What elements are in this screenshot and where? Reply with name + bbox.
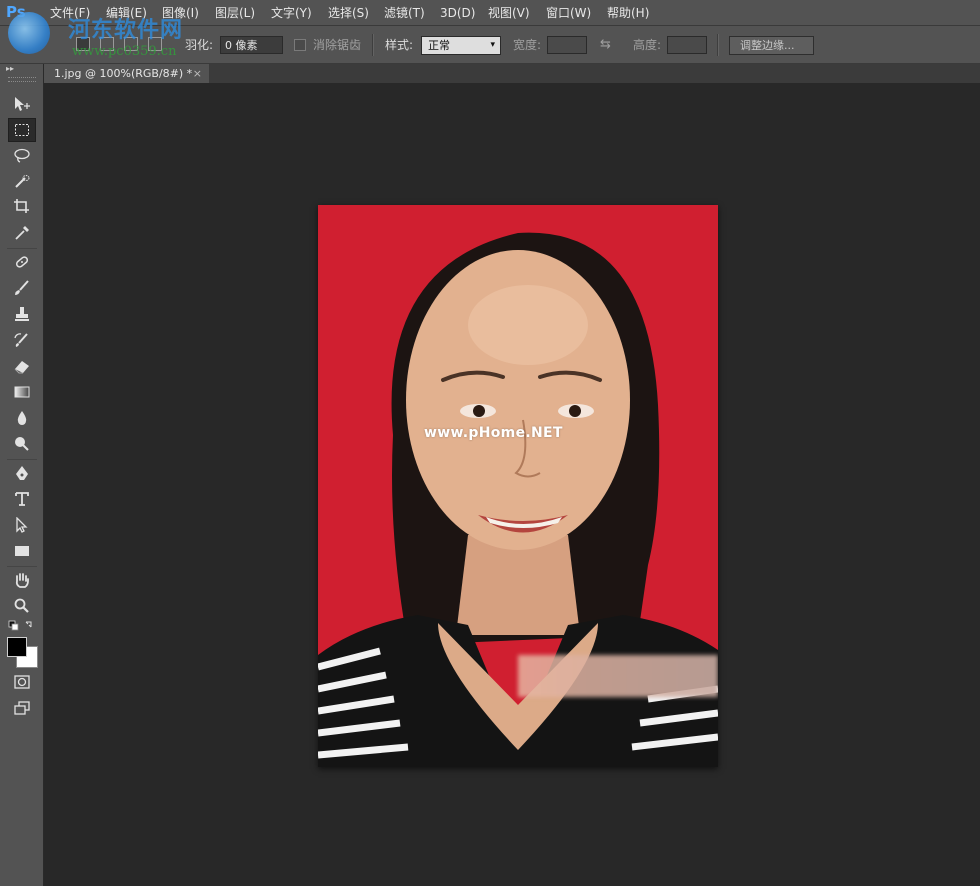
menu-select[interactable]: 选择(S) xyxy=(328,4,369,22)
menu-layer[interactable]: 图层(L) xyxy=(215,4,255,22)
menu-filter[interactable]: 滤镜(T) xyxy=(384,4,425,22)
path-selection-icon[interactable] xyxy=(8,513,36,537)
tool-separator xyxy=(7,459,37,460)
history-brush-icon[interactable] xyxy=(8,328,36,352)
blurred-region xyxy=(518,655,718,697)
gradient-icon[interactable] xyxy=(8,380,36,404)
new-selection-icon[interactable] xyxy=(76,37,90,51)
menu-3d[interactable]: 3D(D) xyxy=(440,4,475,22)
eyedropper-icon[interactable] xyxy=(8,221,36,245)
screen-mode-icon[interactable] xyxy=(8,696,36,720)
antialias-checkbox[interactable] xyxy=(294,39,306,51)
feather-input[interactable]: 0 像素 xyxy=(220,36,283,54)
height-label: 高度: xyxy=(633,38,662,52)
default-colors-icon[interactable] xyxy=(8,619,36,633)
menu-file[interactable]: 文件(F) xyxy=(50,4,90,22)
swap-dimensions-icon[interactable]: ⇆ xyxy=(600,37,611,53)
foreground-color-swatch[interactable] xyxy=(7,637,27,657)
spot-healing-icon[interactable] xyxy=(8,250,36,274)
close-icon[interactable]: × xyxy=(193,64,202,83)
rectangular-marquee-icon[interactable] xyxy=(8,118,36,142)
brush-icon[interactable] xyxy=(8,276,36,300)
document-photo[interactable]: www.pHome.NET xyxy=(318,205,718,767)
tool-separator xyxy=(7,566,37,567)
add-to-selection-icon[interactable] xyxy=(100,37,114,51)
antialias-label: 消除锯齿 xyxy=(313,38,362,52)
eraser-icon[interactable] xyxy=(8,354,36,378)
style-label: 样式: xyxy=(385,38,414,52)
height-input[interactable] xyxy=(667,36,707,54)
width-label: 宽度: xyxy=(513,38,542,52)
menu-image[interactable]: 图像(I) xyxy=(162,4,199,22)
options-divider xyxy=(372,34,374,56)
document-tab[interactable]: 1.jpg @ 100%(RGB/8#) * × xyxy=(44,64,209,83)
menu-type[interactable]: 文字(Y) xyxy=(271,4,312,22)
photo-watermark-text: www.pHome.NET xyxy=(424,425,563,441)
subtract-selection-icon[interactable] xyxy=(124,37,138,51)
quick-mask-icon[interactable] xyxy=(8,670,36,694)
menu-view[interactable]: 视图(V) xyxy=(488,4,530,22)
dropdown-arrow-icon: ▾ xyxy=(490,40,495,50)
menu-bar: Ps 文件(F) 编辑(E) 图像(I) 图层(L) 文字(Y) 选择(S) 滤… xyxy=(0,0,980,26)
options-bar: 羽化: 0 像素 消除锯齿 样式: 正常 ▾ 宽度: ⇆ 高度: 调整边缘... xyxy=(0,26,980,64)
zoom-icon[interactable] xyxy=(8,594,36,618)
lasso-icon[interactable] xyxy=(8,144,36,168)
menu-edit[interactable]: 编辑(E) xyxy=(106,4,147,22)
intersect-selection-icon[interactable] xyxy=(148,37,162,51)
clone-stamp-icon[interactable] xyxy=(8,302,36,326)
panel-grip[interactable] xyxy=(8,77,36,82)
menu-window[interactable]: 窗口(W) xyxy=(546,4,591,22)
quick-selection-icon[interactable] xyxy=(8,170,36,194)
tools-panel: ▸▸ xyxy=(0,64,44,886)
pen-icon[interactable] xyxy=(8,461,36,485)
dodge-icon[interactable] xyxy=(8,432,36,456)
photoshop-logo: Ps xyxy=(6,3,26,21)
options-divider xyxy=(717,34,719,56)
refine-edge-button[interactable]: 调整边缘... xyxy=(729,36,814,55)
style-value: 正常 xyxy=(428,39,450,52)
width-input[interactable] xyxy=(547,36,587,54)
hand-icon[interactable] xyxy=(8,568,36,592)
collapse-icon[interactable]: ▸▸ xyxy=(6,64,14,73)
blur-icon[interactable] xyxy=(8,406,36,430)
rectangle-shape-icon[interactable] xyxy=(8,539,36,563)
type-icon[interactable] xyxy=(8,487,36,511)
crop-icon[interactable] xyxy=(8,194,36,218)
document-tab-strip: 1.jpg @ 100%(RGB/8#) * × xyxy=(44,64,980,83)
feather-label: 羽化: xyxy=(185,38,214,52)
move-tool-icon[interactable] xyxy=(8,92,36,116)
style-select[interactable]: 正常 ▾ xyxy=(421,36,501,55)
menu-help[interactable]: 帮助(H) xyxy=(607,4,649,22)
tool-separator xyxy=(7,248,37,249)
document-tab-title: 1.jpg @ 100%(RGB/8#) * xyxy=(54,67,193,80)
